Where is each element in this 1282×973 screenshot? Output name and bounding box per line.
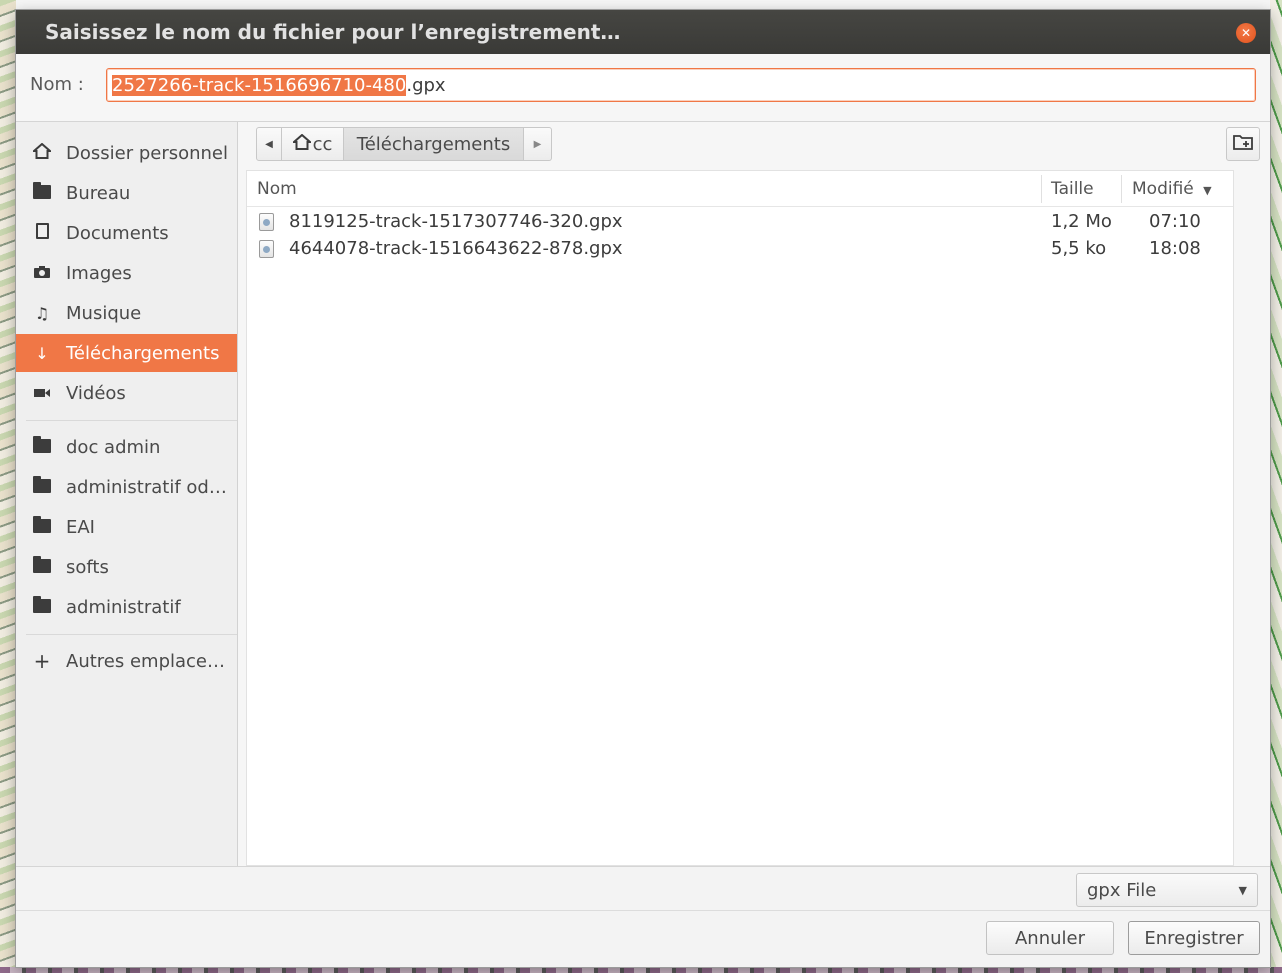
file-modified: 07:10 [1149,211,1201,232]
column-divider[interactable] [1121,175,1122,203]
gpx-file-icon [259,240,274,258]
path-current-button[interactable]: Téléchargements [344,127,524,161]
path-bar: ◀ cc Téléchargements ▶ [256,127,552,161]
new-folder-button[interactable] [1226,127,1260,161]
gpx-file-icon [259,213,274,231]
column-header-modified[interactable]: Modifié ▼ [1132,179,1212,199]
dialog-title: Saisissez le nom du fichier pour l’enreg… [45,20,621,44]
sidebar-item-label: Téléchargements [66,342,220,364]
sidebar-separator [26,634,237,635]
new-folder-icon [1233,133,1253,156]
document-icon [32,223,52,243]
column-header-name[interactable]: Nom [257,179,297,199]
sidebar-item-label: EAI [66,516,95,538]
home-icon [290,133,313,155]
background-map-left [0,0,16,973]
path-scroll-right-button[interactable]: ▶ [524,127,552,161]
background-map-right [1270,0,1282,973]
sidebar-item-label: Bureau [66,182,131,204]
plus-icon: + [33,649,51,673]
filename-row: Nom : 2527266-track-1516696710-480 .gpx [16,54,1270,122]
file-row[interactable]: 4644078-track-1516643622-878.gpx 5,5 ko … [247,236,1233,262]
sidebar-item-label: doc admin [66,436,161,458]
filename-selected-text: 2527266-track-1516696710-480 [112,74,407,96]
sidebar-item-label: Documents [66,222,169,244]
column-divider[interactable] [1041,175,1042,203]
path-scroll-left-button[interactable]: ◀ [256,127,282,161]
sidebar-item-doc-admin[interactable]: doc admin [16,428,237,466]
home-icon [31,142,53,163]
sidebar-item-documents[interactable]: Documents [16,214,237,252]
sidebar-item-label: Autres emplace… [66,650,225,672]
folder-icon [32,595,52,617]
folder-icon [32,475,52,497]
path-home-button[interactable]: cc [282,127,344,161]
places-sidebar: Dossier personnel Bureau Documents Image… [16,122,238,866]
sidebar-item-administratif-od[interactable]: administratif od… [16,468,237,506]
sidebar-item-label: administratif [66,596,181,618]
music-icon: ♫ [34,303,50,323]
file-list[interactable]: Nom Taille Modifié ▼ 8119125-track-15173… [246,170,1234,866]
filename-input[interactable]: 2527266-track-1516696710-480 .gpx [106,68,1256,102]
file-list-header: Nom Taille Modifié ▼ [247,171,1233,207]
sidebar-separator [26,420,237,421]
sidebar-item-label: Dossier personnel [66,142,229,164]
sidebar-item-other-locations[interactable]: + Autres emplace… [16,642,237,680]
folder-icon [32,181,52,203]
file-size: 1,2 Mo [1051,211,1112,232]
sidebar-item-images[interactable]: Images [16,254,237,292]
action-buttons-row: Annuler Enregistrer [16,910,1270,967]
path-home-label: cc [312,133,333,155]
sidebar-item-label: Musique [66,302,142,324]
folder-icon [32,515,52,537]
cancel-button[interactable]: Annuler [986,921,1114,955]
sidebar-item-desktop[interactable]: Bureau [16,174,237,212]
column-header-size[interactable]: Taille [1051,179,1094,199]
sidebar-item-administratif[interactable]: administratif [16,588,237,626]
path-current-label: Téléchargements [356,133,511,155]
file-modified: 18:08 [1149,238,1201,259]
video-icon [32,384,52,403]
sidebar-item-label: softs [66,556,109,578]
sort-descending-icon: ▼ [1203,184,1212,197]
filename-label: Nom : [30,74,84,95]
sidebar-item-downloads[interactable]: ↓ Téléchargements [16,334,237,372]
sidebar-item-label: Images [66,262,132,284]
file-type-filter-select[interactable]: gpx File ▼ [1076,873,1258,907]
sidebar-item-label: Vidéos [66,382,126,404]
chevron-down-icon: ▼ [1238,884,1247,897]
background-map-bottom [0,967,1282,973]
sidebar-item-eai[interactable]: EAI [16,508,237,546]
save-button[interactable]: Enregistrer [1128,921,1260,955]
sidebar-item-label: administratif od… [66,476,227,498]
folder-icon [32,555,52,577]
camera-icon [32,264,52,283]
sidebar-item-music[interactable]: ♫ Musique [16,294,237,332]
close-icon[interactable]: ✕ [1236,23,1256,43]
file-row[interactable]: 8119125-track-1517307746-320.gpx 1,2 Mo … [247,209,1233,235]
sidebar-item-home[interactable]: Dossier personnel [16,134,237,172]
sidebar-item-softs[interactable]: softs [16,548,237,586]
filename-extension-text: .gpx [406,74,446,96]
save-file-dialog: Saisissez le nom du fichier pour l’enreg… [16,10,1270,967]
column-header-modified-label: Modifié [1132,179,1194,199]
sidebar-item-videos[interactable]: Vidéos [16,374,237,412]
file-name: 8119125-track-1517307746-320.gpx [289,211,623,232]
filter-row: gpx File ▼ [16,866,1270,910]
download-icon: ↓ [35,343,49,363]
folder-icon [32,435,52,457]
file-name: 4644078-track-1516643622-878.gpx [289,238,623,259]
file-type-filter-value: gpx File [1087,879,1157,901]
file-size: 5,5 ko [1051,238,1107,259]
dialog-titlebar[interactable]: Saisissez le nom du fichier pour l’enreg… [16,10,1270,54]
